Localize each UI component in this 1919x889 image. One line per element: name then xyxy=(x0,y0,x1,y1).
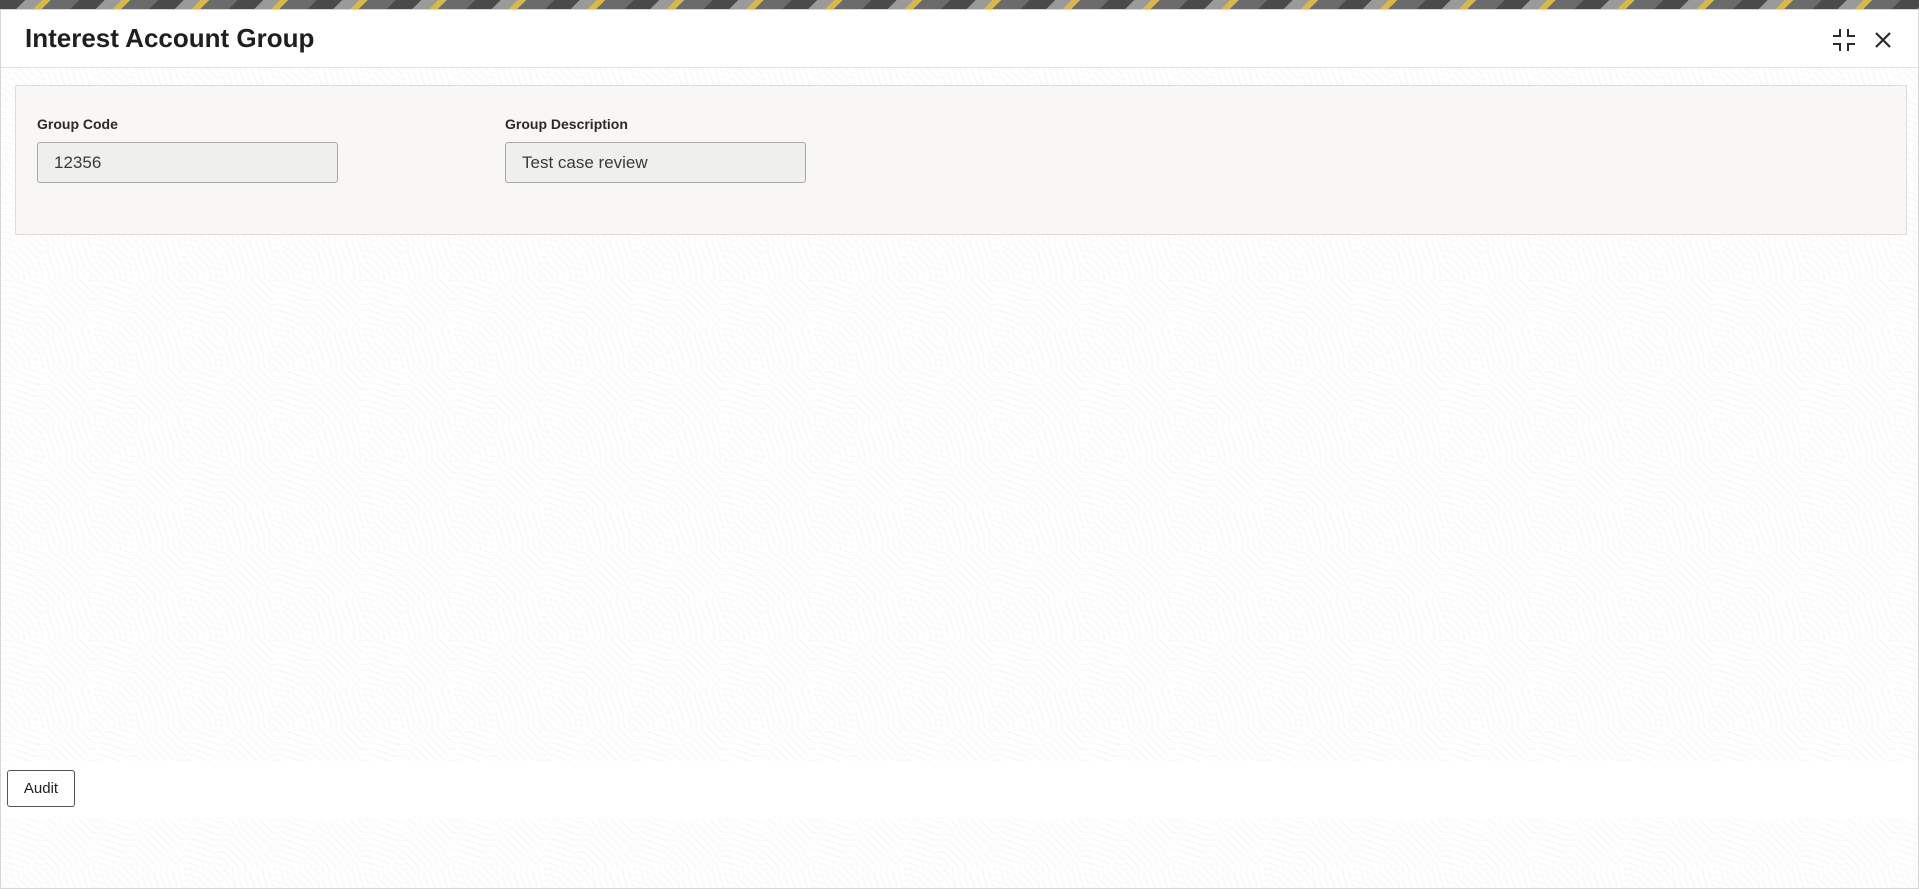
form-panel: Group Code Group Description xyxy=(15,85,1907,235)
close-icon xyxy=(1875,32,1891,48)
group-description-input[interactable] xyxy=(505,142,806,183)
group-description-label: Group Description xyxy=(505,116,628,132)
dialog-title: Interest Account Group xyxy=(25,23,315,53)
audit-button[interactable]: Audit xyxy=(7,770,75,807)
background-strip xyxy=(0,0,1919,9)
dialog-window: Interest Account Group Group Code Group … xyxy=(0,9,1919,889)
dialog-header: Interest Account Group xyxy=(1,10,1918,68)
group-code-label: Group Code xyxy=(37,116,118,132)
compress-button[interactable] xyxy=(1830,26,1858,54)
compress-icon xyxy=(1833,29,1855,51)
close-button[interactable] xyxy=(1869,26,1897,54)
footer-bar xyxy=(1,761,1918,818)
group-code-input[interactable] xyxy=(37,142,338,183)
